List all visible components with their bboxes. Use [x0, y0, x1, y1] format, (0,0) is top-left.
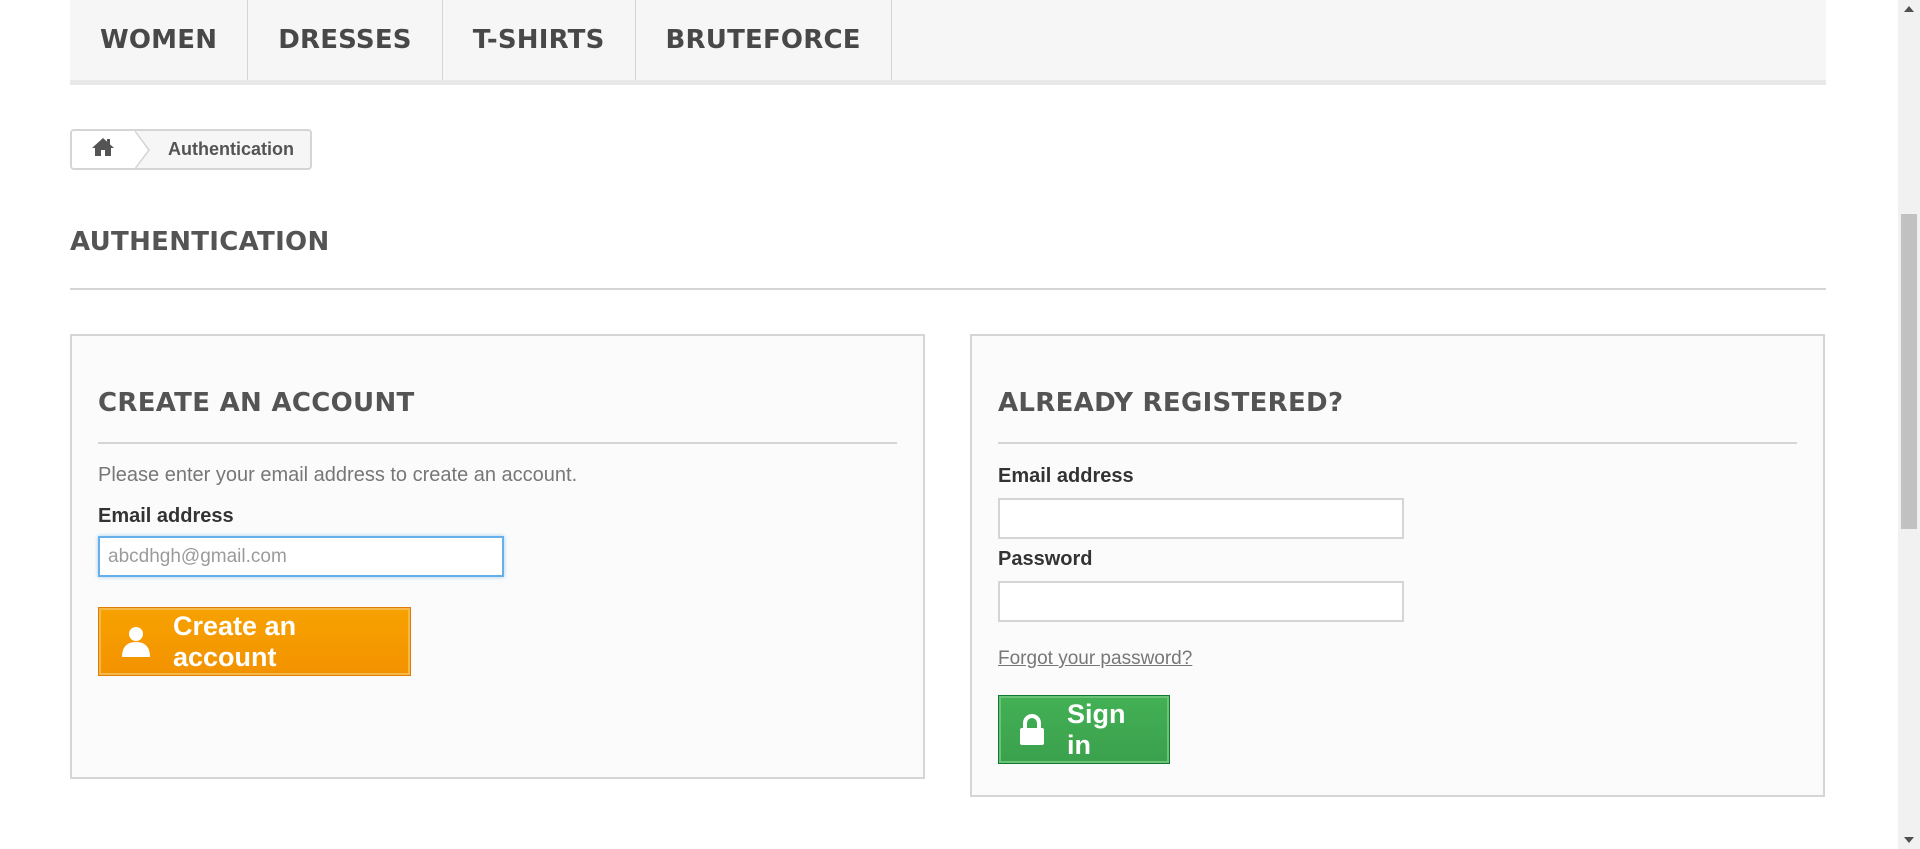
login-email-label: Email address [998, 465, 1134, 487]
create-account-email-label: Email address [98, 505, 234, 527]
menu-item-bruteforce[interactable]: BRUTEFORCE [636, 0, 892, 80]
home-icon [91, 137, 115, 162]
create-account-email-input[interactable] [98, 536, 504, 577]
create-account-button-label: Create an account [173, 610, 297, 672]
breadcrumb-home-link[interactable] [72, 131, 150, 168]
forgot-password-link[interactable]: Forgot your password? [998, 648, 1192, 669]
menu-item-dresses[interactable]: DRESSES [248, 0, 443, 80]
page-scrollbar[interactable] [1898, 0, 1920, 849]
sign-in-button-label: Sign in [1067, 698, 1126, 760]
create-account-title: CREATE AN ACCOUNT [98, 336, 897, 444]
create-account-button[interactable]: Create an account [98, 607, 411, 676]
page-title: AUTHENTICATION [70, 227, 1826, 290]
login-email-input[interactable] [998, 498, 1404, 539]
scroll-up-arrow-icon[interactable] [1898, 0, 1920, 18]
menu-item-tshirts[interactable]: T-SHIRTS [443, 0, 636, 80]
top-menu: WOMEN DRESSES T-SHIRTS BRUTEFORCE [70, 0, 1826, 85]
menu-item-women[interactable]: WOMEN [70, 0, 249, 80]
login-password-label: Password [998, 548, 1093, 570]
login-form: ALREADY REGISTERED? Email address Passwo… [970, 334, 1825, 797]
page: WOMEN DRESSES T-SHIRTS BRUTEFORCE Authen… [0, 0, 1920, 849]
user-icon [121, 626, 151, 658]
breadcrumb-current: Authentication [168, 139, 294, 159]
breadcrumb: Authentication [70, 129, 312, 170]
create-account-help-text: Please enter your email address to creat… [98, 464, 578, 486]
scrollbar-thumb[interactable] [1901, 214, 1917, 529]
login-title: ALREADY REGISTERED? [998, 336, 1797, 444]
sign-in-button[interactable]: Sign in [998, 695, 1170, 764]
scroll-down-arrow-icon[interactable] [1898, 831, 1920, 849]
create-account-form: CREATE AN ACCOUNT Please enter your emai… [70, 334, 925, 779]
login-password-input[interactable] [998, 581, 1404, 622]
lock-icon [1019, 713, 1045, 746]
